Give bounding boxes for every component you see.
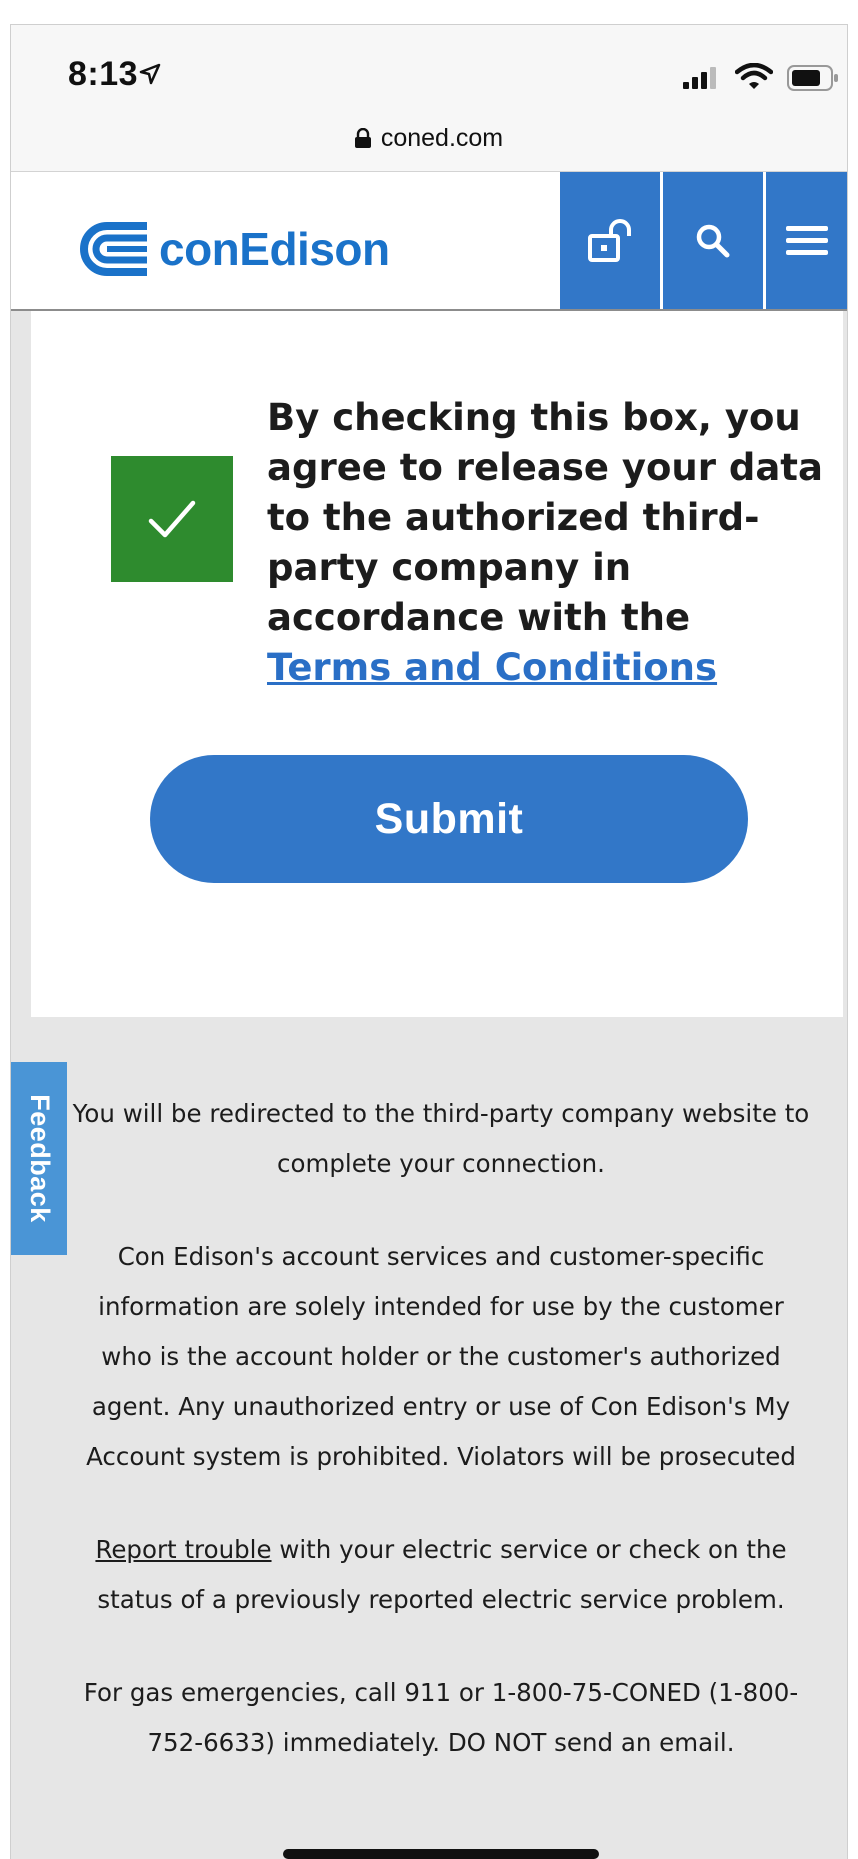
menu-button[interactable] (766, 172, 847, 309)
search-button[interactable] (663, 172, 763, 309)
footer-notices: You will be redirected to the third-part… (71, 1089, 811, 1811)
hamburger-menu-icon (785, 225, 828, 255)
logo-text: conEdison (159, 223, 390, 275)
status-bar: 8:13 (11, 25, 847, 105)
lock-icon (354, 128, 371, 148)
url-domain: coned.com (380, 123, 504, 152)
status-time: 8:13 (68, 55, 139, 93)
feedback-label: Feedback (24, 1094, 55, 1223)
conedison-logo-icon (80, 222, 147, 276)
battery-icon (787, 65, 838, 91)
login-button[interactable] (560, 172, 660, 309)
feedback-tab[interactable]: Feedback (11, 1062, 67, 1255)
consent-text-block: By checking this box, you agree to relea… (267, 393, 827, 693)
report-trouble-paragraph: Report trouble with your electric servic… (71, 1525, 811, 1625)
unlock-icon (588, 218, 631, 262)
site-header: conEdison (11, 172, 847, 311)
legal-notice: Con Edison's account services and custom… (86, 1242, 796, 1471)
search-icon (696, 224, 730, 257)
conedison-logo[interactable]: conEdison (77, 220, 390, 278)
address-bar[interactable]: coned.com (11, 105, 847, 172)
report-trouble-link[interactable]: Report trouble (95, 1535, 271, 1564)
phone-screen: 8:13 coned.com conEdison By checking thi… (10, 24, 848, 1859)
terms-and-conditions-link[interactable]: Terms and Conditions (267, 643, 827, 693)
consent-card: By checking this box, you agree to relea… (31, 311, 843, 1017)
checkmark-icon (148, 500, 196, 538)
gas-emergency-notice: For gas emergencies, call 911 or 1-800-7… (83, 1678, 799, 1757)
wifi-icon (735, 63, 773, 89)
consent-text: By checking this box, you agree to relea… (267, 396, 823, 639)
submit-button[interactable]: Submit (150, 755, 748, 883)
redirect-note: You will be redirected to the third-part… (72, 1099, 810, 1178)
location-arrow-icon (139, 63, 161, 85)
cellular-signal-icon (683, 67, 716, 89)
consent-checkbox[interactable] (111, 456, 233, 582)
